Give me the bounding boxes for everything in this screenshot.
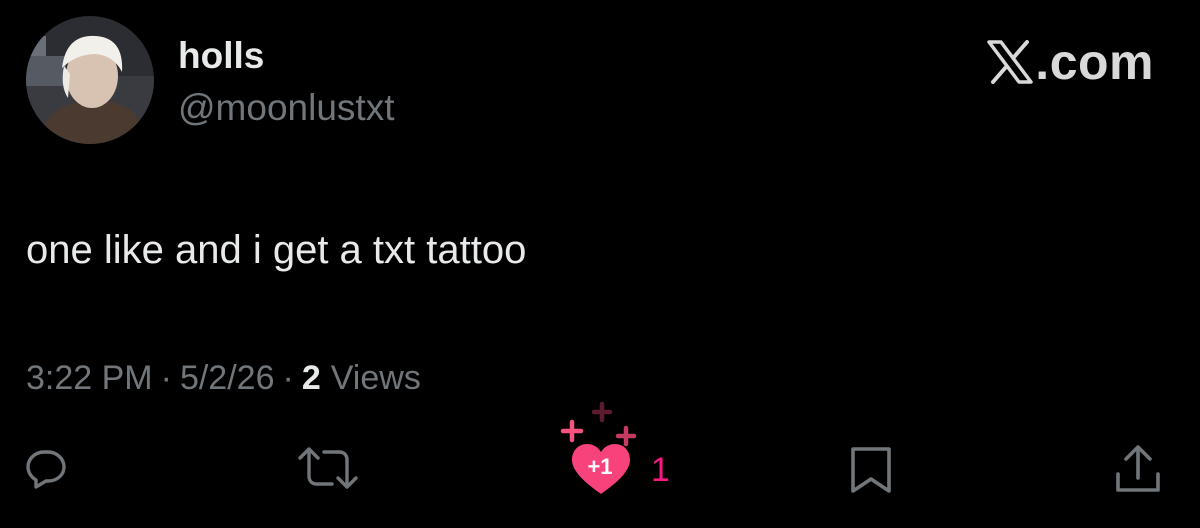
reply-button[interactable] — [24, 446, 68, 490]
like-count[interactable]: 1 — [651, 448, 670, 492]
avatar[interactable] — [26, 16, 154, 144]
bookmark-icon — [851, 447, 891, 493]
x-logo-icon — [987, 40, 1034, 84]
meta-separator: · — [282, 359, 294, 397]
tweet-time[interactable]: 3:22 PM — [26, 356, 153, 400]
author-handle[interactable]: @moonlustxt — [178, 86, 394, 130]
share-button[interactable] — [1114, 444, 1162, 496]
share-icon — [1116, 445, 1160, 492]
brand-text: .com — [1035, 34, 1154, 90]
retweet-icon — [298, 447, 358, 489]
views-count: 2 — [301, 359, 321, 397]
tweet-meta: 3:22 PM · 5/2/26 · 2 Views — [26, 356, 421, 400]
like-button[interactable] — [560, 400, 642, 500]
meta-separator: · — [160, 359, 172, 397]
retweet-button[interactable] — [296, 446, 360, 490]
heart-icon — [560, 401, 637, 494]
bookmark-button[interactable] — [848, 446, 894, 494]
tweet-card: holls @moonlustxt .com one like and i ge… — [0, 0, 1200, 528]
views-label: Views — [330, 359, 421, 397]
sparkle-icon — [560, 401, 637, 447]
tweet-text: one like and i get a txt tattoo — [26, 228, 527, 272]
author-display-name[interactable]: holls — [178, 34, 264, 78]
reply-icon — [26, 450, 66, 489]
profile-photo-icon — [26, 16, 154, 144]
brand-watermark[interactable]: .com — [987, 34, 1154, 90]
tweet-date[interactable]: 5/2/26 — [180, 356, 275, 400]
